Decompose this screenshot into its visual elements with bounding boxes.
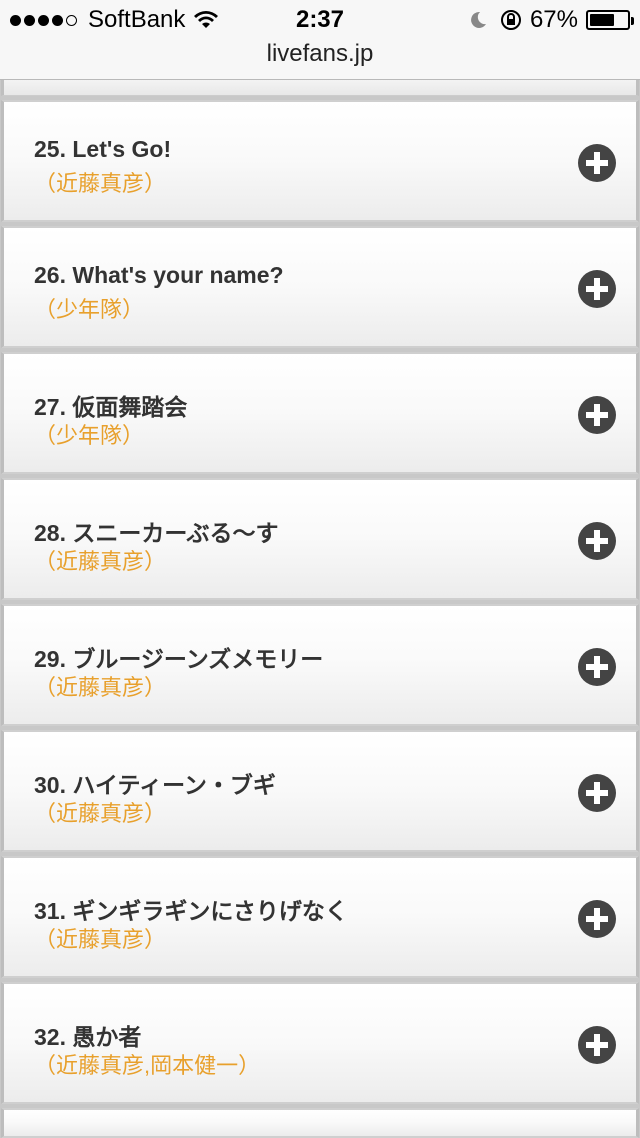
song-artist: （近藤真彦） bbox=[34, 675, 167, 700]
plus-circle-icon[interactable] bbox=[578, 396, 616, 434]
song-title: 26. What's your name? bbox=[34, 262, 284, 288]
previous-item-edge bbox=[1, 80, 639, 96]
song-title: 27. 仮面舞踏会 bbox=[34, 394, 188, 420]
song-item[interactable]: 29. ブルージーンズメモリー （近藤真彦） bbox=[1, 604, 639, 726]
song-item[interactable]: 26. What's your name? （少年隊） bbox=[1, 226, 639, 348]
song-artist: （近藤真彦） bbox=[34, 171, 167, 196]
song-title: 30. ハイティーン・ブギ bbox=[34, 772, 276, 798]
battery-icon bbox=[586, 10, 634, 30]
plus-circle-icon[interactable] bbox=[578, 144, 616, 182]
plus-circle-icon[interactable] bbox=[578, 522, 616, 560]
song-artist: （近藤真彦） bbox=[34, 927, 167, 952]
song-artist: （近藤真彦） bbox=[34, 549, 167, 574]
song-item[interactable]: 28. スニーカーぶる～す （近藤真彦） bbox=[1, 478, 639, 600]
song-artist: （少年隊） bbox=[34, 423, 145, 448]
song-item[interactable]: 32. 愚か者 （近藤真彦,岡本健一） bbox=[1, 982, 639, 1104]
song-title: 31. ギンギラギンにさりげなく bbox=[34, 898, 348, 924]
song-artist: （近藤真彦,岡本健一） bbox=[34, 1053, 261, 1078]
song-item[interactable]: 25. Let's Go! （近藤真彦） bbox=[1, 100, 639, 222]
song-title: 28. スニーカーぶる～す bbox=[34, 520, 279, 546]
battery-percent: 67% bbox=[529, 6, 578, 33]
song-list: 25. Let's Go! （近藤真彦） 26. What's your name?… bbox=[0, 80, 640, 1138]
plus-circle-icon[interactable] bbox=[578, 1026, 616, 1064]
plus-circle-icon[interactable] bbox=[578, 270, 616, 308]
song-artist: （少年隊） bbox=[34, 297, 145, 322]
next-item-edge bbox=[1, 1108, 639, 1138]
song-title: 29. ブルージーンズメモリー bbox=[34, 646, 324, 672]
song-title: 32. 愚か者 bbox=[34, 1024, 142, 1050]
battery-fill bbox=[590, 14, 615, 26]
status-right: 67% bbox=[468, 6, 634, 34]
plus-circle-icon[interactable] bbox=[578, 900, 616, 938]
song-item[interactable]: 31. ギンギラギンにさりげなく （近藤真彦） bbox=[1, 856, 639, 978]
plus-circle-icon[interactable] bbox=[578, 774, 616, 812]
song-title: 25. Let's Go! bbox=[34, 136, 172, 162]
song-item[interactable]: 30. ハイティーン・ブギ （近藤真彦） bbox=[1, 730, 639, 852]
moon-icon bbox=[471, 11, 486, 28]
song-item[interactable]: 27. 仮面舞踏会 （少年隊） bbox=[1, 352, 639, 474]
status-bar: SoftBank 2:37 67% livefans.jp bbox=[0, 0, 640, 80]
url-bar[interactable]: livefans.jp bbox=[0, 40, 640, 68]
rotation-lock-icon bbox=[500, 10, 521, 30]
song-artist: （近藤真彦） bbox=[34, 801, 167, 826]
plus-circle-icon[interactable] bbox=[578, 648, 616, 686]
